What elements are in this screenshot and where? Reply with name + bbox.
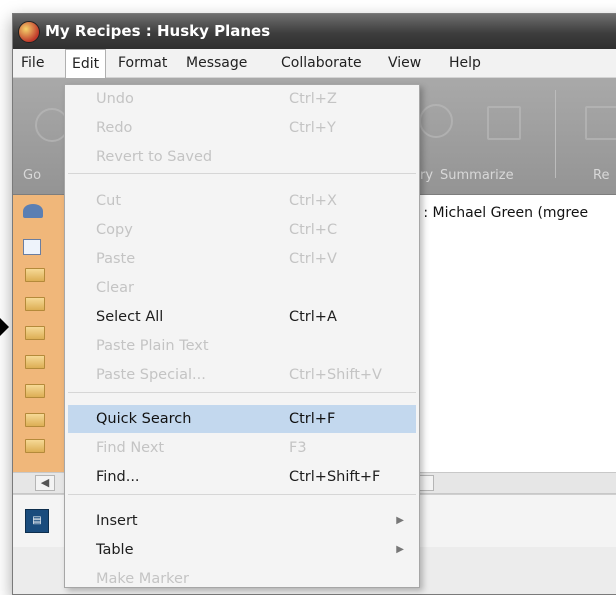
menu-view[interactable]: View [382,49,427,77]
menu-item-shortcut: Ctrl+A [289,309,337,325]
menu-item-find-next[interactable]: Find Next F3 [68,434,416,462]
menu-help[interactable]: Help [443,49,487,77]
menu-item-label: Table [96,542,134,558]
menu-item-shortcut: Ctrl+Z [289,91,337,107]
menu-item-label: Copy [96,222,133,238]
toolbar-summarize-label[interactable]: Summarize [440,168,514,183]
history-icon [419,104,453,138]
menu-separator [68,173,416,174]
app-icon [18,21,40,43]
menu-item-label: Find... [96,469,140,485]
menu-item-label: Paste Plain Text [96,338,209,354]
menu-format[interactable]: Format [112,49,173,77]
menu-item-find[interactable]: Find... Ctrl+Shift+F [68,463,416,491]
re-icon [585,106,616,140]
menu-item-paste[interactable]: Paste Ctrl+V [68,245,416,273]
folder-icon[interactable] [25,413,45,427]
menu-item-undo[interactable]: Undo Ctrl+Z [68,85,416,113]
menu-item-shortcut: Ctrl+X [289,193,337,209]
menu-item-redo[interactable]: Redo Ctrl+Y [68,114,416,142]
menu-item-shortcut: Ctrl+Shift+F [289,469,381,485]
menu-item-table[interactable]: Table ▶ [68,536,416,564]
menu-item-label: Insert [96,513,138,529]
menu-item-revert-to-saved[interactable]: Revert to Saved [68,143,416,171]
menu-item-cut[interactable]: Cut Ctrl+X [68,187,416,215]
menu-item-label: Redo [96,120,133,136]
folder-icon[interactable] [25,297,45,311]
scroll-left-icon[interactable]: ◀ [35,475,55,491]
folder-icon[interactable] [25,326,45,340]
folder-icon[interactable] [25,439,45,453]
edit-menu-dropdown: Undo Ctrl+Z Redo Ctrl+Y Revert to Saved Cut Ct… [64,84,420,588]
group-icon[interactable] [23,204,43,218]
layout-icon[interactable]: ▤ [25,509,49,533]
menu-item-select-all[interactable]: Select All Ctrl+A [68,303,416,331]
pointer-arrow-icon [0,318,9,336]
folder-icon[interactable] [25,268,45,282]
menu-item-label: Paste Special... [96,367,206,383]
menu-item-shortcut: Ctrl+C [289,222,338,238]
menu-item-label: Paste [96,251,136,267]
submenu-arrow-icon: ▶ [396,544,404,555]
menu-item-shortcut: Ctrl+Y [289,120,336,136]
menu-item-label: Find Next [96,440,165,456]
submenu-arrow-icon: ▶ [396,515,404,526]
menu-item-make-marker[interactable]: Make Marker [68,565,416,593]
menu-item-paste-special[interactable]: Paste Special... Ctrl+Shift+V [68,361,416,389]
menu-item-label: Undo [96,91,134,107]
menu-item-insert[interactable]: Insert ▶ [68,507,416,535]
menu-item-shortcut: Ctrl+V [289,251,337,267]
card-icon[interactable] [23,239,41,255]
menu-collaborate[interactable]: Collaborate [275,49,368,77]
menu-item-label: Clear [96,280,134,296]
folder-pane [13,195,66,472]
menu-item-shortcut: F3 [289,440,307,456]
menu-edit[interactable]: Edit [65,49,107,78]
menu-file[interactable]: File [15,49,50,77]
menu-item-quick-search[interactable]: Quick Search Ctrl+F [68,405,416,433]
menu-separator [68,392,416,393]
menu-item-label: Quick Search [96,411,192,427]
menu-item-copy[interactable]: Copy Ctrl+C [68,216,416,244]
toolbar-separator [555,90,556,178]
content-header: es : Michael Green (mgree [403,205,589,221]
menu-item-paste-plain-text[interactable]: Paste Plain Text [68,332,416,360]
menu-item-label: Select All [96,309,164,325]
title-bar[interactable]: My Recipes : Husky Planes [13,14,616,49]
window-title: My Recipes : Husky Planes [45,22,271,40]
menu-bar: File Edit Format Message Collaborate Vie… [13,49,616,78]
menu-item-shortcut: Ctrl+Shift+V [289,367,382,383]
toolbar-re-label[interactable]: Re [593,168,609,183]
toolbar-history-label[interactable]: ry [420,168,433,183]
menu-item-label: Make Marker [96,571,189,587]
summarize-icon [487,106,521,140]
menu-item-clear[interactable]: Clear [68,274,416,302]
menu-item-shortcut: Ctrl+F [289,411,336,427]
menu-message[interactable]: Message [180,49,253,77]
menu-item-label: Revert to Saved [96,149,213,165]
folder-icon[interactable] [25,355,45,369]
folder-icon[interactable] [25,384,45,398]
menu-item-label: Cut [96,193,121,209]
scroll-thumb[interactable] [418,475,434,491]
menu-separator [68,494,416,495]
toolbar-go-label[interactable]: Go [23,168,41,183]
